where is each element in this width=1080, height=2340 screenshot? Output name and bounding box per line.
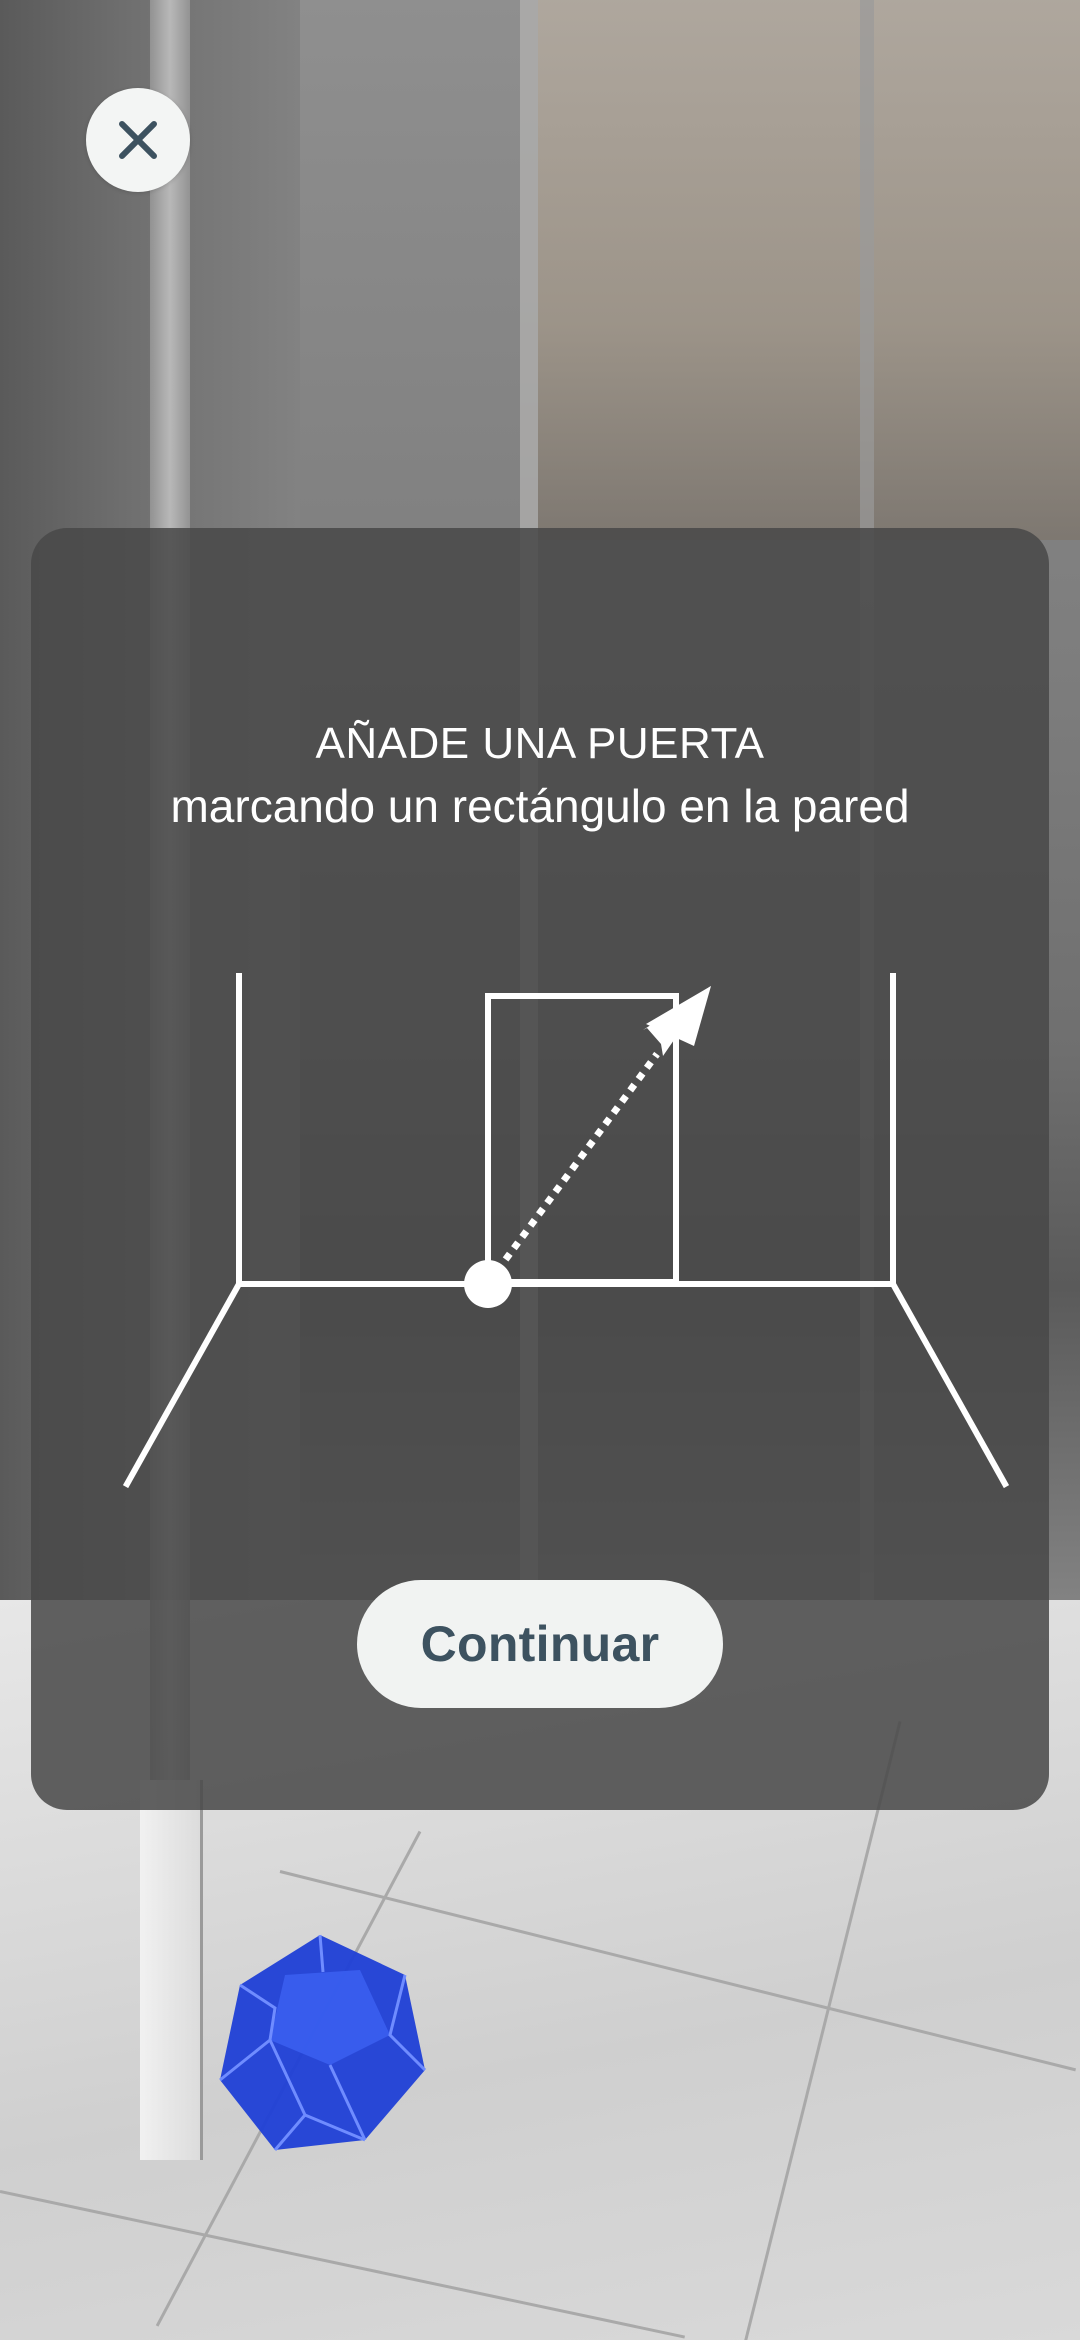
door-rectangle-illustration bbox=[122, 973, 1010, 1489]
instruction-title: AÑADE UNA PUERTA bbox=[315, 719, 765, 768]
dotted-arrow-line bbox=[486, 1051, 660, 1285]
start-point-dot bbox=[464, 1260, 512, 1308]
camera-door-edge bbox=[140, 1780, 203, 2160]
floor-right-diagonal bbox=[888, 1279, 1010, 1489]
camera-glass-wall bbox=[520, 0, 1080, 540]
close-button[interactable] bbox=[86, 88, 190, 192]
close-icon bbox=[119, 121, 157, 159]
instruction-subtitle: marcando un rectángulo en la pared bbox=[170, 780, 910, 832]
instruction-card: AÑADE UNA PUERTA marcando un rectángulo … bbox=[31, 528, 1049, 1810]
door-rectangle bbox=[485, 993, 679, 1285]
floor-left-diagonal bbox=[122, 1279, 244, 1489]
continue-button[interactable]: Continuar bbox=[357, 1580, 723, 1708]
blue-toy-object bbox=[219, 1934, 427, 2151]
camera-screen: AÑADE UNA PUERTA marcando un rectángulo … bbox=[0, 0, 1080, 2340]
